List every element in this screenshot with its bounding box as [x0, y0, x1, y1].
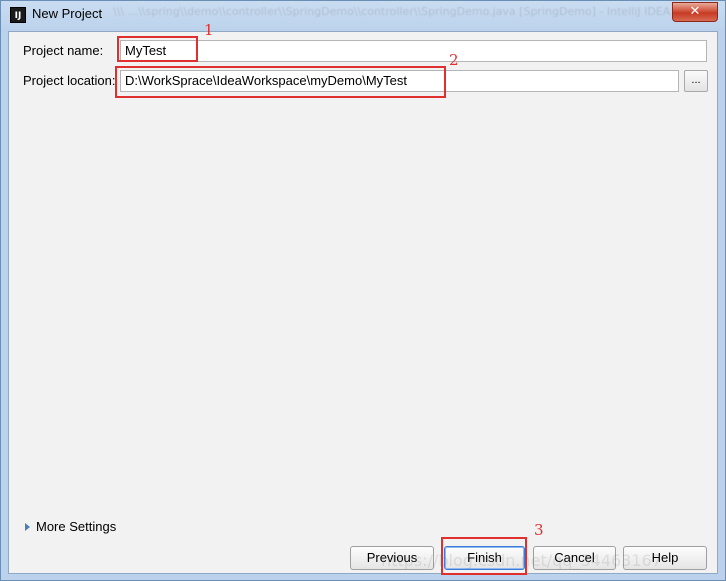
- annotation-number-1: 1: [204, 21, 214, 39]
- annotation-number-3: 3: [534, 521, 544, 539]
- title-bar-blurred-path: \\\ ...\\spring\\demo\\controller\\Sprin…: [113, 5, 671, 18]
- project-name-label: Project name:: [23, 43, 104, 58]
- window-title: New Project: [32, 6, 103, 21]
- close-button[interactable]: ✕: [672, 2, 718, 22]
- more-settings-label: More Settings: [36, 519, 117, 534]
- expand-triangle-icon: [25, 523, 30, 531]
- browse-button[interactable]: ...: [684, 70, 708, 92]
- annotation-box-2: [115, 66, 446, 98]
- project-location-label: Project location:: [23, 73, 116, 88]
- title-bar[interactable]: IJ New Project \\\ ...\\spring\\demo\\co…: [1, 1, 725, 31]
- annotation-box-3: [441, 537, 527, 575]
- intellij-app-icon: IJ: [10, 7, 26, 23]
- dialog-content: Project name: MyTest Project location: D…: [8, 31, 718, 574]
- more-settings-toggle[interactable]: More Settings: [25, 519, 116, 534]
- annotation-box-1: [117, 36, 198, 62]
- project-name-input[interactable]: MyTest: [120, 40, 707, 62]
- annotation-number-2: 2: [449, 51, 459, 69]
- new-project-dialog: IJ New Project \\\ ...\\spring\\demo\\co…: [0, 0, 726, 581]
